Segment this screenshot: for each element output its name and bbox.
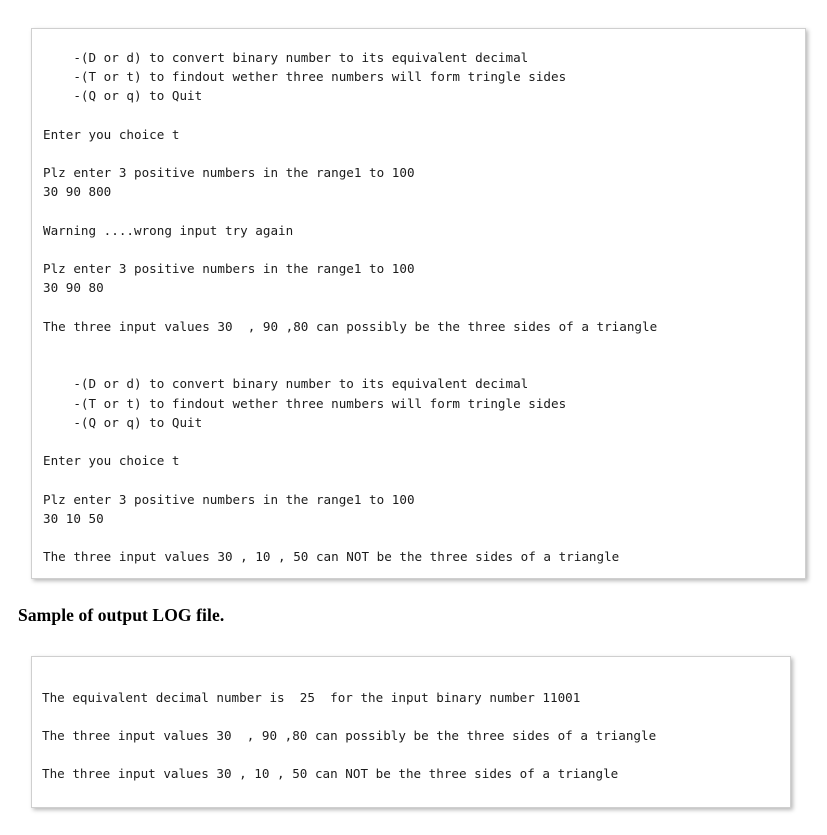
output-line: Enter you choice t [43,453,180,469]
output-line: The three input values 30 , 90 ,80 can p… [42,728,657,743]
output-line: -(T or t) to findout wether three number… [43,395,567,411]
output-line: The equivalent decimal number is 25 for … [42,690,581,705]
log-file-panel: The equivalent decimal number is 25 for … [31,656,791,808]
page-root: -(D or d) to convert binary number to it… [0,0,827,835]
output-line: -(T or t) to findout wether three number… [43,69,567,85]
output-line: The three input values 30 , 10 , 50 can … [42,766,619,781]
log-file-text: The equivalent decimal number is 25 for … [42,679,656,793]
output-line: -(D or d) to convert binary number to it… [43,376,529,392]
console-output-panel: -(D or d) to convert binary number to it… [31,28,806,579]
output-line: Warning ....wrong input try again [43,222,294,238]
output-line: Enter you choice t [43,126,180,142]
output-line: -(D or d) to convert binary number to it… [43,50,529,65]
output-line: -(Q or q) to Quit [43,88,203,104]
output-line: The three input values 30 , 90 ,80 can p… [43,318,658,334]
output-line: 30 90 80 [43,280,104,296]
output-line: Plz enter 3 positive numbers in the rang… [43,491,415,507]
output-line: 30 10 50 [43,510,104,526]
output-line: -(Q or q) to Quit [43,414,203,430]
output-line: Plz enter 3 positive numbers in the rang… [43,261,415,277]
output-line: The three input values 30 , 10 , 50 can … [43,549,620,565]
output-line: 30 90 800 [43,184,112,200]
output-line: Plz enter 3 positive numbers in the rang… [43,165,415,181]
console-output-text: -(D or d) to convert binary number to it… [43,48,657,566]
caption-sample-of-output-log-file: Sample of output LOG file. [18,605,225,625]
